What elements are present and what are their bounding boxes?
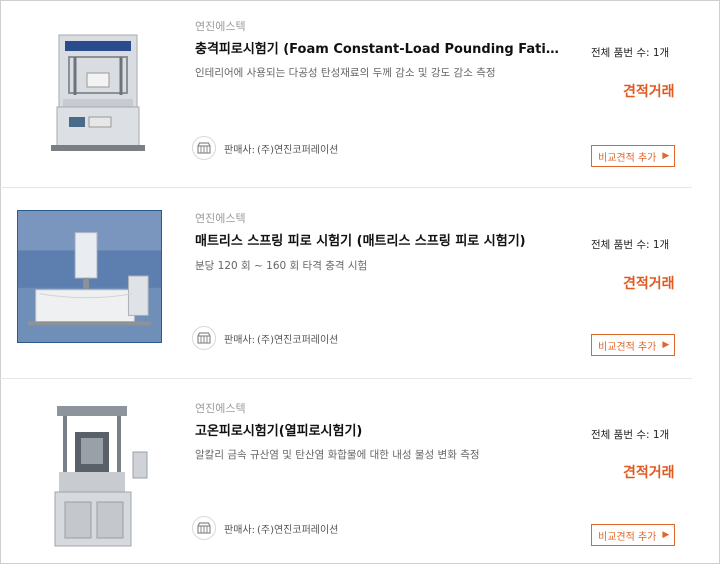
shop-icon xyxy=(192,516,216,540)
seller-name[interactable]: (주)연진코퍼레이션 xyxy=(257,141,338,156)
compare-button-label: 비교견적 추가 xyxy=(598,341,657,353)
price-quote: 견적거래 xyxy=(623,465,675,481)
product-image[interactable] xyxy=(17,210,162,343)
price-quote: 견적거래 xyxy=(623,84,675,100)
product-image[interactable] xyxy=(17,402,162,552)
seller-info: 판매사: (주)연진코퍼레이션 xyxy=(192,326,338,350)
product-title[interactable]: 충격피로시험기 (Foam Constant-Load Pounding Fat… xyxy=(195,38,560,57)
shop-icon xyxy=(192,136,216,160)
seller-label: 판매사: xyxy=(224,524,255,536)
seller-info: 판매사: (주)연진코퍼레이션 xyxy=(192,136,338,160)
brand-name[interactable]: 연진에스텍 xyxy=(195,18,246,34)
add-compare-quote-button[interactable]: 비교견적 추가 ▶ xyxy=(591,145,675,167)
chevron-right-icon: ▶ xyxy=(662,151,670,161)
part-count: 전체 품번 수: 1개 xyxy=(591,47,670,59)
seller-label: 판매사: xyxy=(224,144,255,156)
product-card: 연진에스텍 매트리스 스프링 피로 시험기 (매트리스 스프링 피로 시험기) … xyxy=(0,190,720,380)
part-count: 전체 품번 수: 1개 xyxy=(591,429,670,441)
chevron-right-icon: ▶ xyxy=(662,530,670,540)
compare-button-label: 비교견적 추가 xyxy=(598,152,657,164)
seller-name[interactable]: (주)연진코퍼레이션 xyxy=(257,521,338,536)
shop-icon xyxy=(192,326,216,350)
price-quote: 견적거래 xyxy=(623,276,675,292)
add-compare-quote-button[interactable]: 비교견적 추가 ▶ xyxy=(591,334,675,356)
thermal-fatigue-tester-photo xyxy=(17,402,162,552)
product-title[interactable]: 고온피로시험기(열피로시험기) xyxy=(195,420,560,439)
product-card: 연진에스텍 고온피로시험기(열피로시험기) 알칼리 금속 규산염 및 탄산염 화… xyxy=(0,380,720,570)
seller-label: 판매사: xyxy=(224,334,255,346)
add-compare-quote-button[interactable]: 비교견적 추가 ▶ xyxy=(591,524,675,546)
product-description: 알칼리 금속 규산염 및 탄산염 화합물에 대한 내성 물성 변화 측정 xyxy=(195,449,480,461)
product-title[interactable]: 매트리스 스프링 피로 시험기 (매트리스 스프링 피로 시험기) xyxy=(195,230,560,249)
divider xyxy=(0,187,692,188)
mattress-tester-photo xyxy=(18,211,161,342)
chevron-right-icon: ▶ xyxy=(662,340,670,350)
brand-name[interactable]: 연진에스텍 xyxy=(195,210,246,226)
product-image[interactable] xyxy=(17,13,162,155)
product-list: 연진에스텍 충격피로시험기 (Foam Constant-Load Poundi… xyxy=(0,0,720,552)
part-count: 전체 품번 수: 1개 xyxy=(591,239,670,251)
seller-name[interactable]: (주)연진코퍼레이션 xyxy=(257,331,338,346)
seller-info: 판매사: (주)연진코퍼레이션 xyxy=(192,516,338,540)
product-description: 인테리어에 사용되는 다공성 탄성재료의 두께 감소 및 강도 감소 측정 xyxy=(195,67,496,79)
divider xyxy=(0,378,692,379)
compare-button-label: 비교견적 추가 xyxy=(598,531,657,543)
foam-fatigue-tester-photo xyxy=(17,13,162,155)
product-description: 분당 120 회 ~ 160 회 타격 충격 시험 xyxy=(195,260,368,272)
product-card: 연진에스텍 충격피로시험기 (Foam Constant-Load Poundi… xyxy=(0,0,720,190)
brand-name[interactable]: 연진에스텍 xyxy=(195,400,246,416)
